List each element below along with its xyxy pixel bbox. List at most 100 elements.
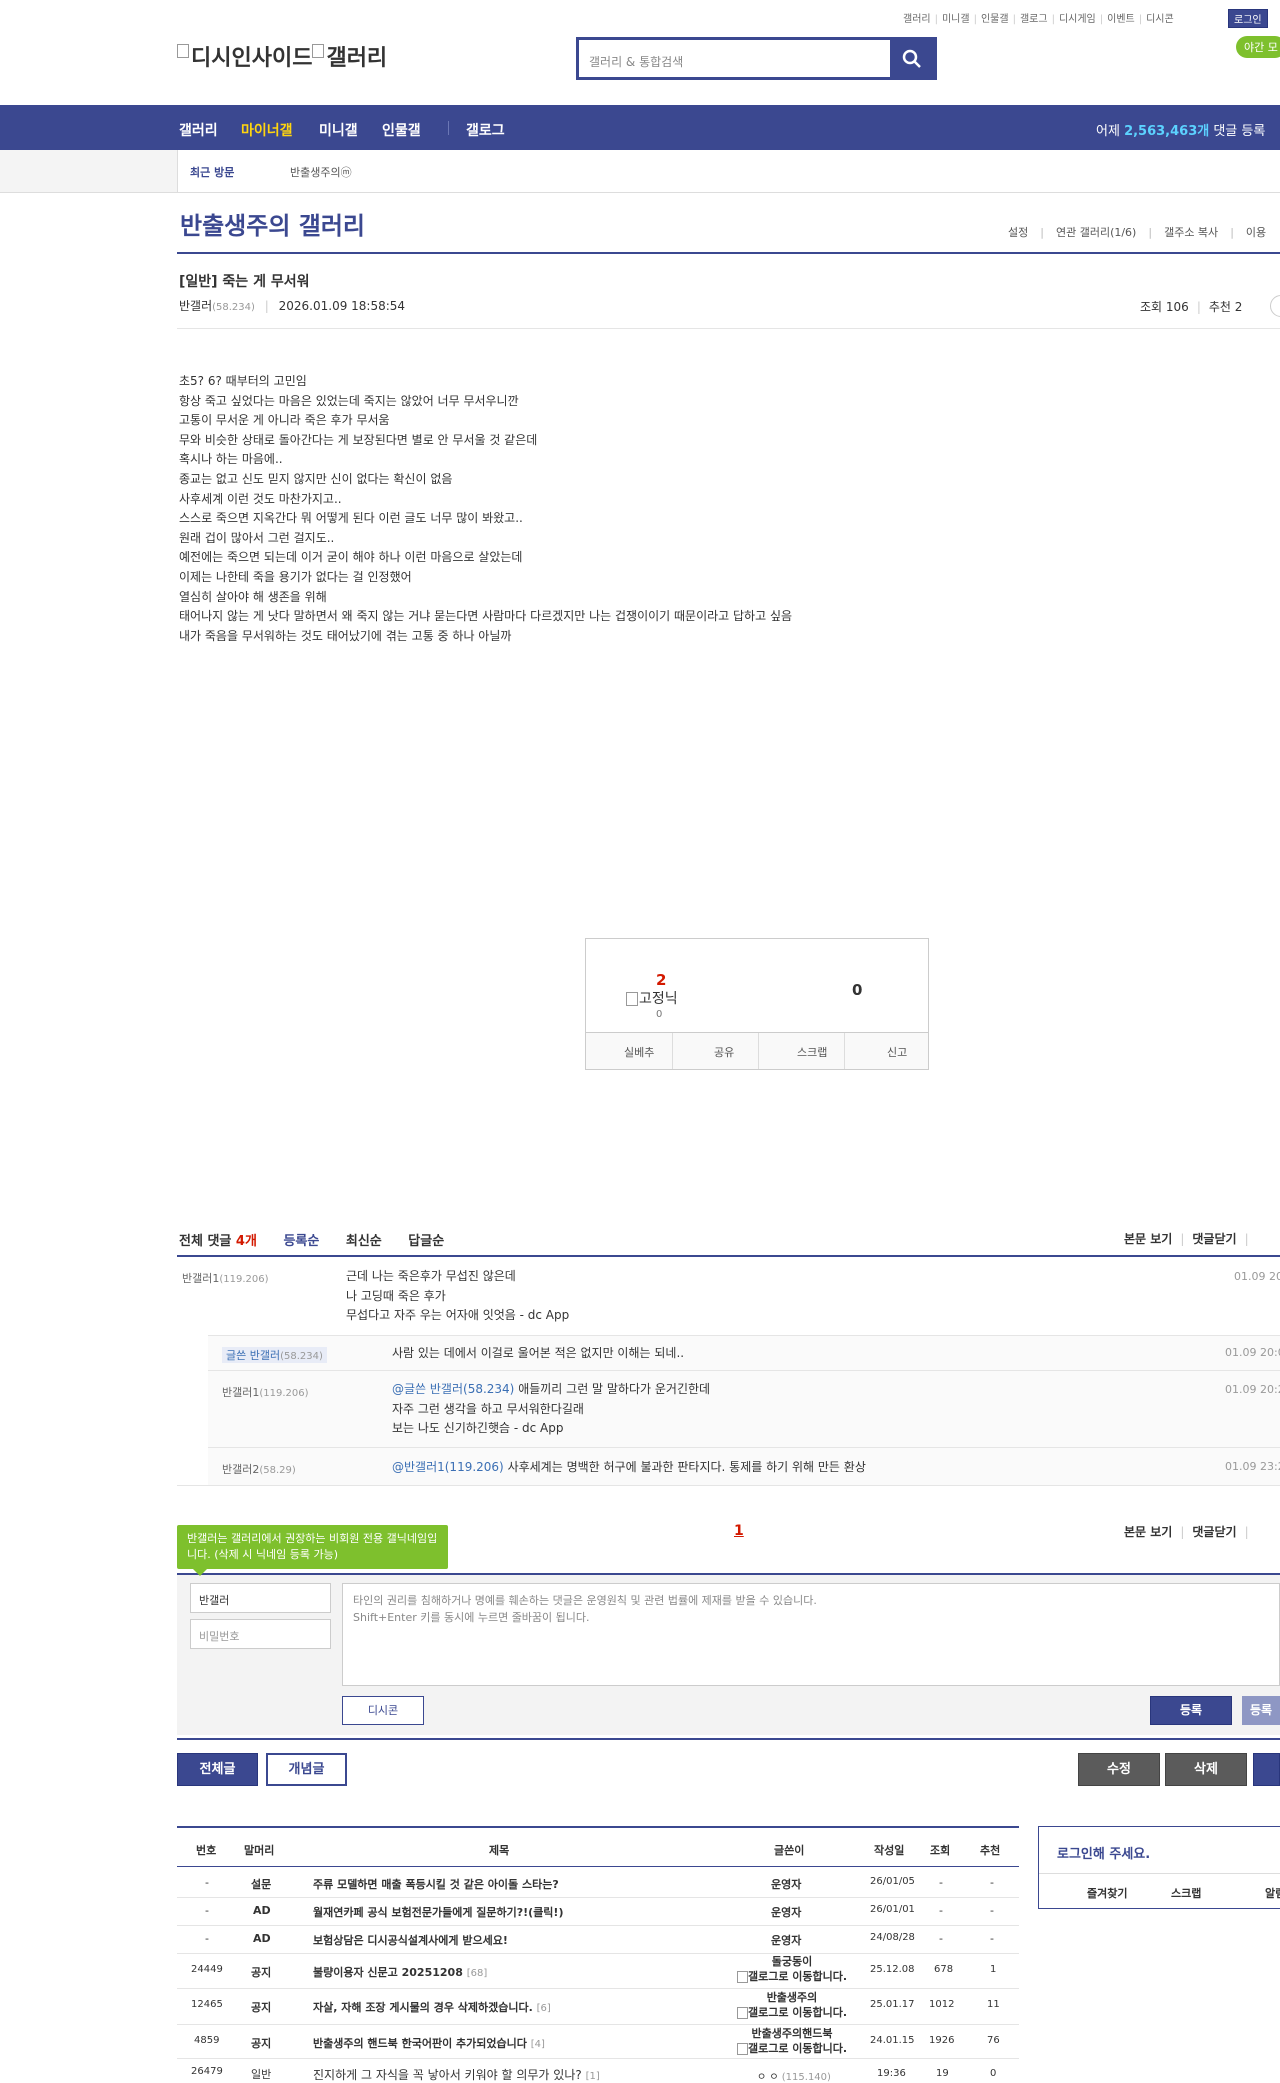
row-writer[interactable]: 운영자 [771,1932,801,1948]
post-body: 초5? 6? 때부터의 고민임 항상 죽고 싶었다는 마음은 있었는데 죽지는 … [179,372,792,646]
util-link-event[interactable]: 이벤트 [1107,14,1135,25]
edit-button[interactable]: 수정 [1078,1753,1160,1786]
divider [177,1897,1019,1898]
sort-latest[interactable]: 최신순 [346,1234,382,1249]
row-writer[interactable]: 반출생주의핸드북 갤로그로 이동합니다. [722,2026,862,2056]
nickname-input[interactable]: 반갤러 [190,1583,331,1613]
row-title[interactable]: 진지하게 그 자식을 꼭 낳아서 키워야 할 의무가 있나? [1] [313,2066,600,2083]
row-title[interactable]: 자살, 자해 조장 게시물의 경우 삭제하겠습니다. [6] [313,1999,551,2015]
row-title[interactable]: 주류 모델하면 매출 폭등시킬 것 같은 아이돌 스타는? [313,1876,559,1892]
comment-total-label: 전체 댓글 [179,1234,236,1249]
recent-visit-item[interactable]: 반출생주의ⓜ [290,164,352,180]
gallery-settings[interactable]: 설정 [1008,226,1028,239]
comment-nick[interactable]: 반갤러2(58.29) [222,1461,296,1477]
sort-registered[interactable]: 등록순 [283,1234,319,1249]
util-link-persongall[interactable]: 인물갤 [981,14,1009,25]
best-recommend-button[interactable]: 실베추 [624,1044,654,1060]
comment-nick[interactable]: 반갤러1(119.206) [222,1384,309,1400]
util-link-dccon[interactable]: 디시콘 [1146,14,1174,25]
comment-nick[interactable]: 글쓴 반갤러(58.234) [222,1347,327,1363]
recommend-box: 2 고정닉 0 0 실베추 공유 스크랩 신고 [585,938,929,1070]
nav-item-minorgall[interactable]: 마이너갤 [241,120,293,140]
site-logo[interactable]: 디시인사이드 갤러리 [177,40,387,72]
downvote-count[interactable]: 0 [852,981,862,999]
row-writer[interactable]: 반출생주의 갤로그로 이동합니다. [722,1990,862,2020]
broken-image-icon [312,44,325,58]
scrap-button[interactable]: 스크랩 [797,1044,827,1060]
row-recommend: 11 [987,1999,1000,2010]
row-recommend: - [990,1876,994,1889]
copy-gallery-address[interactable]: 갤주소 복사 [1164,226,1218,239]
view-body-button[interactable]: 본문 보기 [1124,1525,1172,1539]
share-button[interactable]: 공유 [714,1044,734,1060]
all-posts-button[interactable]: 전체글 [177,1753,258,1786]
favorites-link[interactable]: 즐겨찾기 [1087,1885,1127,1901]
dccon-button[interactable]: 디시콘 [342,1696,424,1725]
concept-posts-button[interactable]: 개념글 [266,1753,347,1786]
comment-line: 근데 나는 죽은후가 무섭진 않은데 [346,1269,516,1283]
util-link-dcgame[interactable]: 디시게임 [1059,14,1096,25]
row-writer[interactable]: 운영자 [771,1876,801,1892]
comment-ip: (119.206) [219,1274,269,1285]
row-title[interactable]: 반출생주의 핸드북 한국어판이 추가되었습니다 [4] [313,2035,545,2051]
view-body-button[interactable]: 본문 보기 [1124,1232,1172,1246]
comment-text: @반갤러1(119.206) 사후세계는 명백한 허구에 불과한 판타지다. 통… [392,1458,866,1478]
row-title[interactable]: 불량이용자 신문고 20251208 [68] [313,1964,487,1980]
row-recommend: 0 [990,2068,997,2079]
row-title[interactable]: 보험상담은 디시공식설계사에게 받으세요! [313,1932,508,1948]
comment-mention[interactable]: @반갤러1(119.206) [392,1460,504,1474]
login-prompt-title[interactable]: 로그인해 주세요. [1057,1843,1150,1862]
util-link-minigall[interactable]: 미니갤 [942,14,970,25]
upvote-count[interactable]: 2 [656,971,666,989]
gallery-title[interactable]: 반출생주의 갤러리 [180,206,365,241]
post-body-line: 초5? 6? 때부터의 고민임 [179,374,307,388]
row-title[interactable]: 월재연카페 공식 보험전문가들에게 질문하기?!(클릭!) [313,1904,563,1920]
comment-nick[interactable]: 반갤러1(119.206) [182,1270,269,1286]
divider [208,1370,1280,1371]
search-input[interactable]: 갤러리 & 통합검색 [589,53,683,70]
search-box[interactable]: 갤러리 & 통합검색 [576,37,937,80]
login-button[interactable]: 로그인 [1228,9,1268,28]
post-author[interactable]: 반갤러 [179,299,212,313]
row-reply-count[interactable]: [6] [537,2003,551,2014]
row-date: 26/01/01 [870,1904,915,1915]
night-mode-button[interactable]: 야간 모 [1236,36,1280,58]
sort-replies[interactable]: 답글순 [408,1234,444,1249]
write-button[interactable] [1253,1753,1280,1786]
row-writer[interactable]: 운영자 [771,1904,801,1920]
close-comments-button[interactable]: 댓글닫기 [1192,1525,1236,1539]
nav-item-persongall[interactable]: 인물갤 [382,120,421,140]
util-link-gallery[interactable]: 갤러리 [903,14,931,25]
delete-button[interactable]: 삭제 [1165,1753,1247,1786]
recent-visits-label[interactable]: 최근 방문 [190,164,234,180]
util-link-gallog[interactable]: 갤로그 [1020,14,1048,25]
list-header-views: 조회 [930,1844,951,1857]
row-recommend: 76 [987,2035,1000,2046]
row-reply-count[interactable]: [1] [586,2071,600,2082]
more-options-button[interactable] [1270,295,1280,317]
comment-mention[interactable]: @글쓴 반갤러(58.234) [392,1382,514,1396]
related-galleries[interactable]: 연관 갤러리(1/6) [1056,226,1136,239]
submit-secondary-button[interactable]: 등록 [1242,1696,1280,1725]
nav-item-gallery[interactable]: 갤러리 [179,120,218,140]
row-reply-count[interactable]: [4] [531,2039,545,2050]
row-writer[interactable]: 돌궁동이 갤로그로 이동합니다. [722,1954,862,1984]
comment-date: 01.09 20: [1234,1270,1280,1283]
row-reply-count[interactable]: [68] [467,1968,488,1979]
nav-item-gallog[interactable]: 갤로그 [466,120,505,140]
close-comments-button[interactable]: 댓글닫기 [1192,1232,1236,1246]
gallery-usage[interactable]: 이용 [1246,226,1266,239]
divider [1039,1873,1280,1874]
scrap-link[interactable]: 스크랩 [1171,1885,1201,1901]
notification-link[interactable]: 알림 [1265,1885,1280,1901]
password-input[interactable]: 비밀번호 [190,1619,331,1649]
comment-page-1[interactable]: 1 [734,1523,744,1539]
nav-item-minigall[interactable]: 미니갤 [319,120,358,140]
comment-textarea[interactable]: 타인의 권리를 침해하거나 명예를 훼손하는 댓글은 운영원칙 및 관련 법률에… [342,1583,1280,1686]
submit-button[interactable]: 등록 [1150,1696,1232,1725]
recommend-actions: 실베추 공유 스크랩 신고 [586,1032,928,1069]
search-button[interactable] [890,40,934,77]
row-views: 1012 [929,1999,955,2010]
row-head: 공지 [251,1966,272,1979]
report-button[interactable]: 신고 [887,1044,907,1060]
